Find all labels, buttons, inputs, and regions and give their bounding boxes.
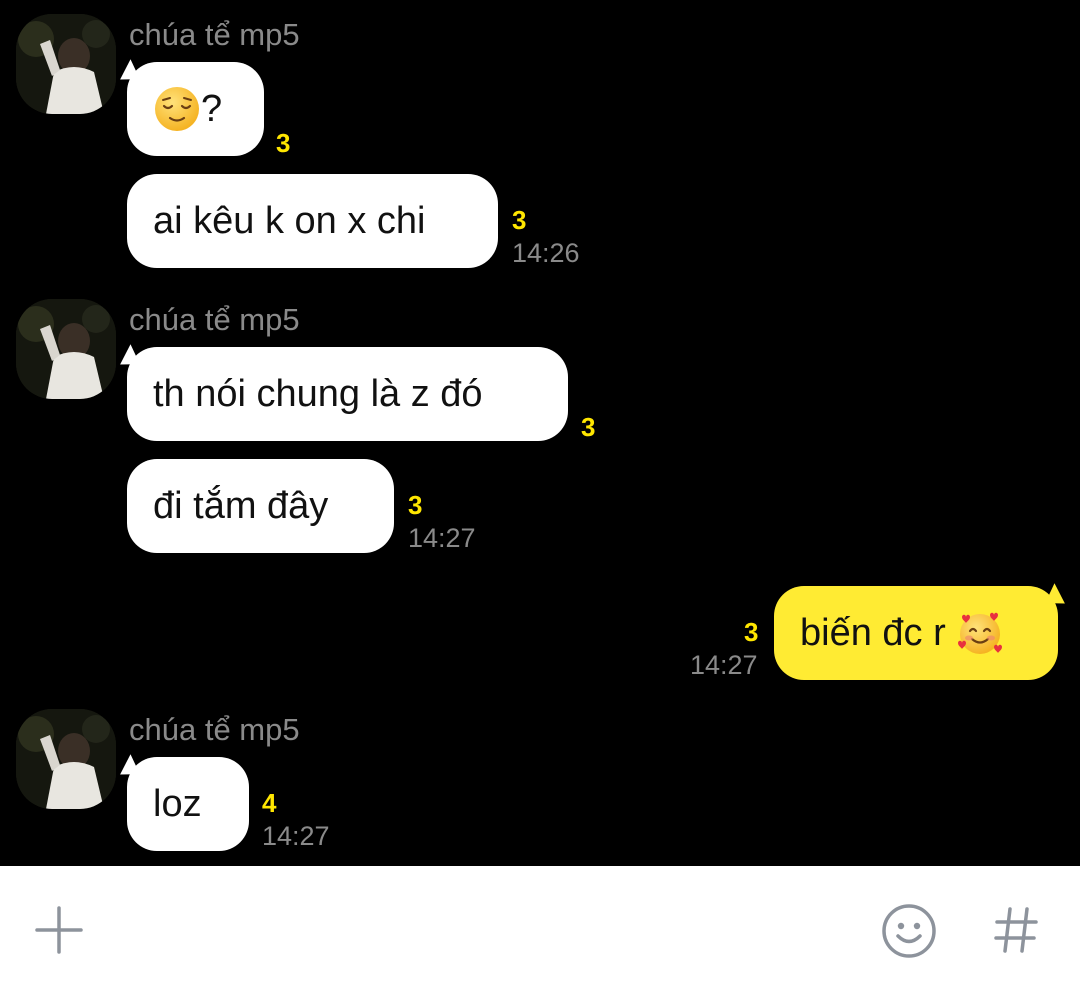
message-bubble[interactable]: đi tắm đây [127, 459, 394, 553]
unread-count: 3 [744, 617, 759, 647]
message-time: 14:26 [512, 238, 580, 268]
message-bubble[interactable]: biến đc r [774, 586, 1058, 680]
message-text: biến đc r [800, 611, 946, 654]
message-text: loz [153, 782, 202, 825]
hashtag-icon[interactable] [994, 906, 1038, 954]
message-text: th nói chung là z đó [153, 372, 483, 415]
emoticon-icon[interactable] [880, 902, 938, 960]
message-time: 14:27 [690, 650, 758, 680]
message-bubble[interactable]: ? [127, 62, 264, 156]
unread-count: 3 [581, 412, 596, 442]
sender-name: chúa tể mp5 [129, 302, 300, 337]
chat-area[interactable]: chúa tể mp5 ? 3 ai kêu k on x chi 3 14:2… [0, 0, 1080, 866]
message-text: ai kêu k on x chi [153, 199, 426, 242]
message-text: ? [201, 87, 223, 130]
relieved-face-emoji [153, 85, 201, 133]
message-bubble[interactable]: ai kêu k on x chi [127, 174, 498, 268]
avatar[interactable] [16, 14, 116, 114]
input-bar [0, 866, 1080, 992]
smiling-face-with-hearts-emoji [956, 609, 1004, 657]
unread-count: 4 [262, 788, 277, 818]
sender-name: chúa tể mp5 [129, 712, 300, 747]
sender-name: chúa tể mp5 [129, 17, 300, 52]
message-time: 14:27 [408, 523, 476, 553]
avatar[interactable] [16, 709, 116, 809]
plus-icon[interactable] [34, 905, 84, 955]
message-bubble[interactable]: th nói chung là z đó [127, 347, 568, 441]
message-bubble[interactable]: loz [127, 757, 249, 851]
unread-count: 3 [276, 128, 291, 158]
message-time: 14:27 [262, 821, 330, 851]
message-text: đi tắm đây [153, 484, 329, 527]
unread-count: 3 [512, 205, 527, 235]
unread-count: 3 [408, 490, 423, 520]
avatar[interactable] [16, 299, 116, 399]
